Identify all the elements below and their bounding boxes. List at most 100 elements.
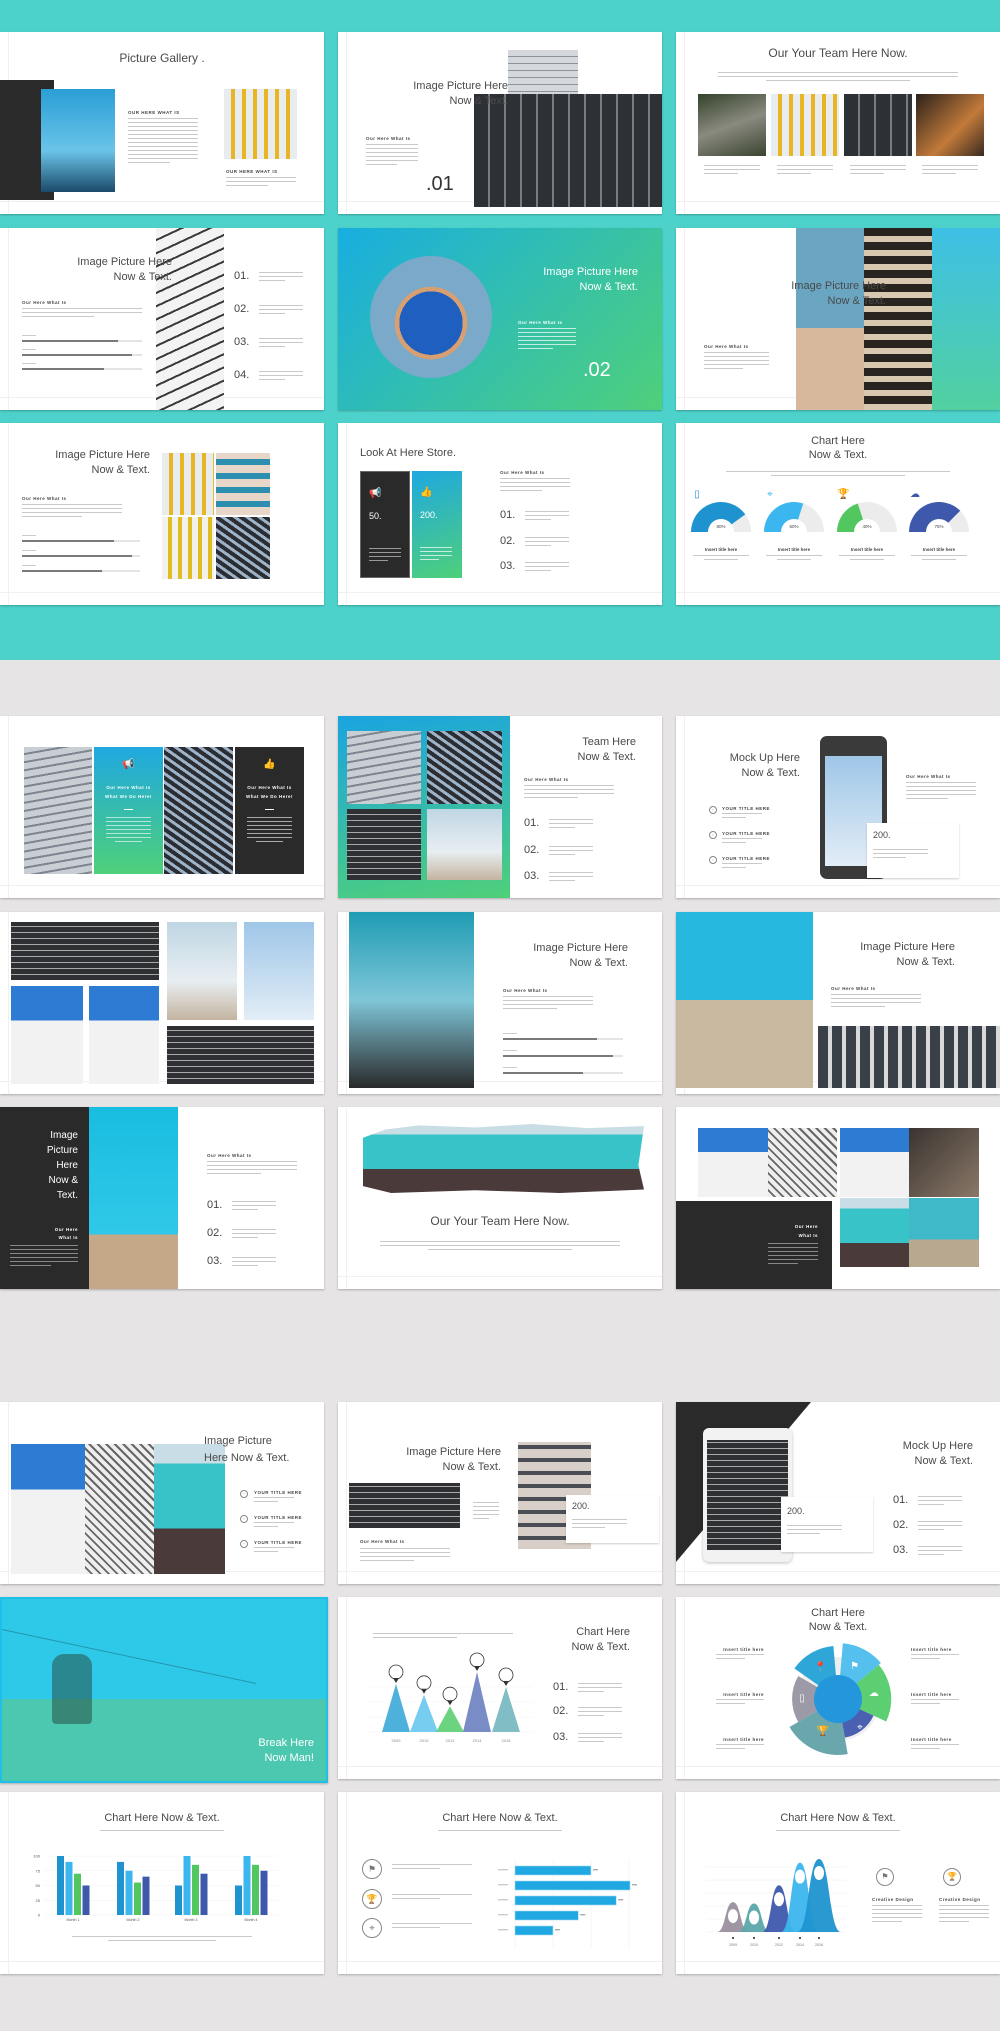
slide-thumbnail-7[interactable]: Image Picture Here Now & Text. Our Here Wh…: [0, 423, 324, 605]
slide-thumbnail-6[interactable]: Image Picture Here Now & Text. Our Here Wh…: [676, 228, 1000, 410]
slide-thumbnail-26[interactable]: Chart Here Now & Text. ⚑ 🏆 ⌖: [338, 1792, 662, 1974]
slide-number-big: .02: [583, 359, 611, 381]
lorem-text-line: [380, 1245, 620, 1247]
slide-thumbnail-21[interactable]: 200. Mock Up Here Now & Text. 01. 02. 03.: [676, 1402, 1000, 1584]
slide-thumbnail-2[interactable]: Image Picture Here Now & Text. Our Here Wh…: [338, 32, 662, 214]
slide-thumbnail-16[interactable]: Image Picture Here Now & Text. Our Here What I…: [0, 1107, 324, 1289]
slide-thumbnail-22[interactable]: Break Here Now Man!: [0, 1597, 328, 1783]
slide-thumbnail-18[interactable]: Our Here What Is: [676, 1107, 1000, 1289]
photo: [698, 1128, 768, 1197]
slide-margin-line: [346, 1402, 347, 1584]
section-label: Our Here What Is: [503, 988, 548, 993]
slide-thumbnail-5[interactable]: Image Picture Here Now & Text. Our Here Wh…: [338, 228, 662, 410]
slide-thumbnail-13[interactable]: [0, 912, 324, 1094]
petal-caption: Insert title here: [723, 1737, 764, 1742]
lorem-text-line: [473, 1510, 499, 1512]
slide-thumbnail-1[interactable]: Picture Gallery . OUR HERE WHAT IS OUR HER…: [0, 32, 324, 214]
column-chart: 0 25 50 75 100 Month 1 Month 2 Month 3 Month 4: [33, 1854, 278, 1922]
list-number: 02.: [500, 535, 516, 547]
map-pin-icon: 📍: [814, 1661, 827, 1673]
radial-chart: [789, 1643, 892, 1755]
pin-pointer: [421, 1688, 427, 1694]
pin-pointer: [447, 1700, 453, 1706]
slide-thumbnail-24[interactable]: Chart Here Now & Text. 📍 ⚑ ☁ ⌖ 🏆 ▯ Insert title …: [676, 1597, 1000, 1779]
slide-thumbnail-4[interactable]: Image Picture Here Now & Text. Our Here Wh…: [0, 228, 324, 410]
lorem-text-line: [918, 1554, 945, 1556]
section-label: OUR HERE WHAT IS: [128, 110, 180, 115]
slide-margin-line: [8, 912, 9, 1094]
lorem-text-line: [525, 519, 552, 521]
column-bar: [175, 1885, 182, 1915]
slide-title: Chart Here Now & Text.: [442, 1812, 558, 1824]
slide-title-line: Now & Text.: [808, 449, 868, 461]
slide-footer-line: [676, 885, 1000, 886]
list-number: 01.: [234, 270, 250, 282]
slide-thumbnail-25[interactable]: Chart Here Now & Text. 0 25 50 75 100 Month 1 M…: [0, 1792, 324, 1974]
slide-thumbnail-14[interactable]: Image Picture Here Now & Text. Our Here Wh…: [338, 912, 662, 1094]
lorem-text-line: [572, 1523, 627, 1525]
x-tick-label: Month 2: [127, 1918, 140, 1922]
lorem-text-line: [10, 1265, 51, 1267]
item-circle-icon: ›: [709, 831, 717, 839]
bar-value-placeholder: [592, 1869, 598, 1871]
lorem-text-line: [906, 794, 976, 796]
slide-thumbnail-15[interactable]: Image Picture Here Now & Text. Our Here Wh…: [676, 912, 1000, 1094]
lorem-text-line: [226, 181, 296, 183]
slide-thumbnail-10[interactable]: 📢 Our Here What Is What We Do Here! 👍 Our He…: [0, 716, 324, 898]
lorem-text-line: [369, 552, 401, 554]
section-label: Our Here What Is: [22, 300, 67, 305]
slide-thumbnail-17[interactable]: Our Your Team Here Now.: [338, 1107, 662, 1289]
lorem-text-line: [259, 379, 286, 381]
photo: [840, 1198, 909, 1267]
lorem-text-line: [911, 1654, 959, 1656]
slide-thumbnail-8[interactable]: Look At Here Store. 📢 50. 👍 200. Our Here Wha…: [338, 423, 662, 605]
slide-thumbnail-20[interactable]: Image Picture Here Now & Text. Our Here Wh…: [338, 1402, 662, 1584]
slide-title-line: Image Picture Here: [860, 941, 955, 953]
slide-margin-line: [346, 423, 347, 605]
lorem-text-line: [366, 148, 418, 150]
lorem-text-line: [777, 165, 833, 167]
photo: [216, 453, 270, 515]
lorem-text-line: [718, 76, 958, 78]
gauge-value-label: 40%: [862, 524, 872, 529]
phone-icon: ▯: [799, 1693, 805, 1704]
lorem-text-line: [128, 154, 198, 156]
slide-thumbnail-3[interactable]: Our Your Team Here Now.: [676, 32, 1000, 214]
lorem-text-line: [716, 1744, 764, 1746]
lorem-text-line: [572, 1519, 627, 1521]
stat-card: 200.: [566, 1495, 659, 1543]
slide-thumbnail-23[interactable]: Chart Here Now & Text. 01. 02. 03. 2009 2010 20…: [338, 1597, 662, 1779]
lorem-text-line: [500, 478, 570, 480]
lorem-text-line: [911, 1744, 959, 1746]
feature-caption: Creative Design: [939, 1897, 981, 1902]
y-tick-label: 0: [38, 1913, 41, 1918]
lorem-text-line: [777, 169, 833, 171]
lorem-text-line: [726, 471, 950, 473]
peak-area-chart: 2009 2010 2012 2014 2016: [706, 1859, 846, 1947]
stat-card-teal: 👍 200.: [412, 471, 462, 578]
photo: [768, 1128, 837, 1197]
list-number: 02.: [234, 303, 250, 315]
slide-thumbnail-19[interactable]: Image Picture Here Now & Text. › YOUR TITLE…: [0, 1402, 324, 1584]
list-number: 01.: [524, 817, 540, 829]
photo: [796, 228, 864, 410]
triangle-bar: [436, 1706, 464, 1732]
lorem-text-line: [872, 1913, 922, 1915]
x-tick-label: 2016: [815, 1943, 823, 1947]
slide-title-line: Now & Text.: [914, 1455, 974, 1467]
lorem-text-line: [549, 819, 593, 821]
lorem-text-line: [232, 1201, 276, 1203]
pin-marker: [498, 1667, 514, 1683]
lorem-text-line: [259, 375, 303, 377]
slide-thumbnail-9[interactable]: Chart Here Now & Text. ▯ 80% Insert title he…: [676, 423, 1000, 605]
gauge-caption: Insert title here: [850, 547, 884, 552]
slide-thumbnail-12[interactable]: Mock Up Here Now & Text. › YOUR TITLE HERE ›…: [676, 716, 1000, 898]
pin-marker: [442, 1686, 458, 1702]
slide-thumbnail-27[interactable]: Chart Here Now & Text. 2009 2010 2012 2014 20…: [676, 1792, 1000, 1974]
divider: [265, 809, 274, 810]
category-label-placeholder: [498, 1884, 508, 1886]
lorem-text-line: [918, 1496, 962, 1498]
slide-thumbnail-11[interactable]: Team Here Now & Text. Our Here What Is 01. 0…: [338, 716, 662, 898]
lorem-text-line: [768, 1255, 818, 1257]
lorem-text-line: [716, 1654, 764, 1656]
